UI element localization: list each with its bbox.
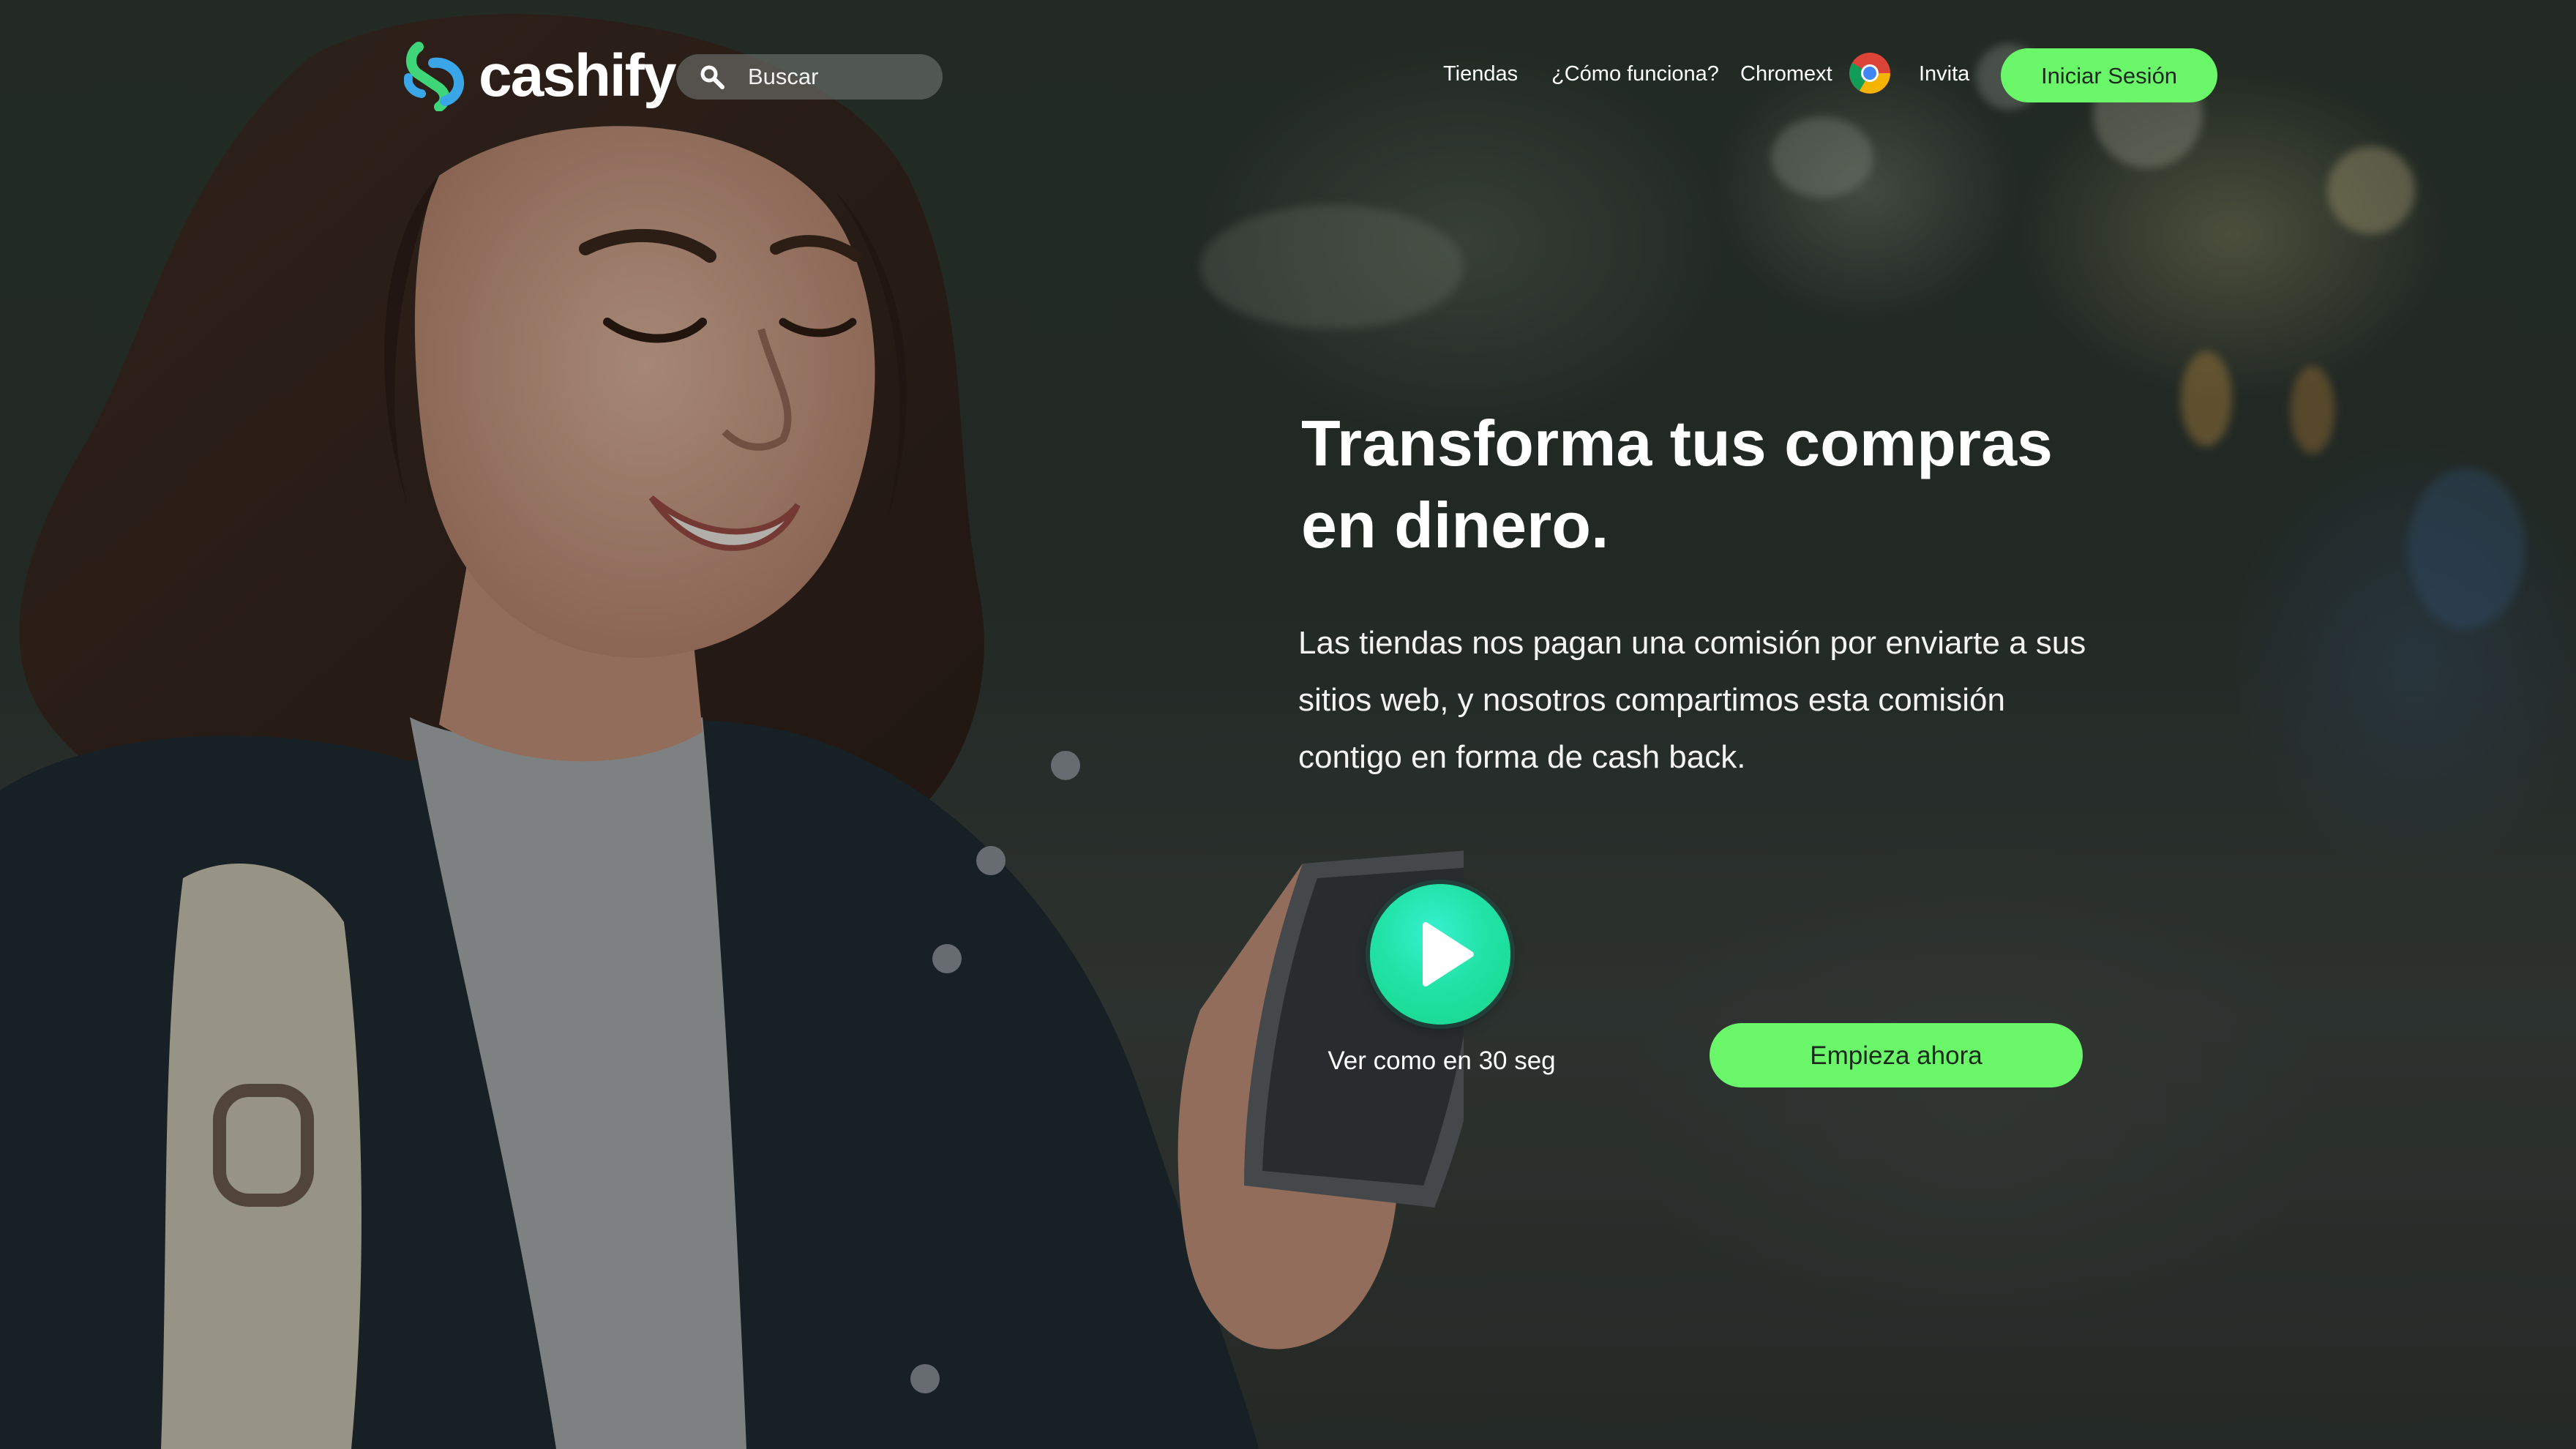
hero-description: Las tiendas nos pagan una comisión por e…	[1298, 615, 2147, 786]
cashify-logo-icon	[404, 42, 464, 111]
hero-description-line: sitios web, y nosotros compartimos esta …	[1298, 682, 2005, 718]
hero-title-line: Transforma tus compras	[1301, 407, 2053, 479]
play-video-button[interactable]	[1370, 884, 1510, 1025]
hero-title-line: en dinero.	[1301, 489, 1609, 561]
cashify-logo[interactable]: cashify	[404, 38, 677, 114]
nav-como-funciona[interactable]: ¿Cómo funciona?	[1551, 59, 1719, 89]
top-navigation: cashify Tiendas ¿Cómo funciona? Chromext…	[0, 0, 2576, 154]
hero-title: Transforma tus compras en dinero.	[1301, 402, 2253, 566]
brand-name: cashify	[479, 42, 677, 109]
play-icon	[1423, 922, 1474, 986]
chrome-icon[interactable]	[1849, 52, 1891, 94]
background-photo	[0, 0, 2576, 1449]
search-bar[interactable]	[676, 54, 943, 100]
search-icon	[700, 65, 724, 89]
video-caption: Ver como en 30 seg	[1328, 1046, 1556, 1075]
login-button[interactable]: Iniciar Sesión	[2001, 48, 2217, 102]
landing-page: cashify Tiendas ¿Cómo funciona? Chromext…	[0, 0, 2576, 1449]
hero-description-line: Las tiendas nos pagan una comisión por e…	[1298, 625, 2086, 661]
hero-description-line: contigo en forma de cash back.	[1298, 739, 1746, 775]
search-input[interactable]	[746, 63, 940, 91]
nav-chromext[interactable]: Chromext	[1740, 59, 1832, 89]
nav-invita[interactable]: Invita	[1919, 59, 1969, 89]
start-now-button[interactable]: Empieza ahora	[1710, 1023, 2083, 1087]
nav-tiendas[interactable]: Tiendas	[1443, 59, 1518, 89]
